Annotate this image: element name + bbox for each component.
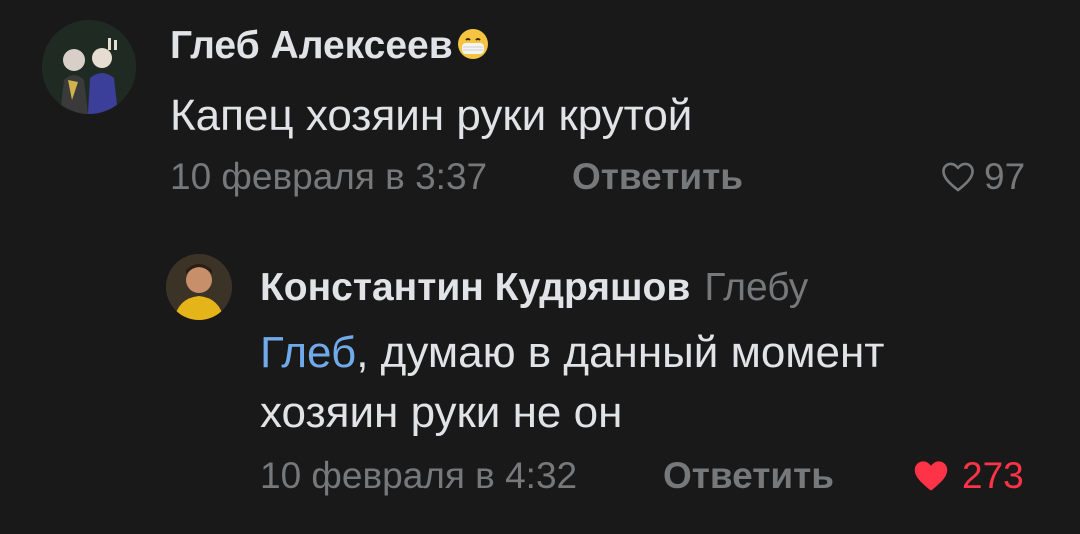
heart-outline-icon — [942, 162, 974, 192]
like-button[interactable]: 97 — [940, 156, 1025, 198]
reply-author[interactable]: Константин Кудряшов Глебу — [260, 266, 808, 310]
author-name[interactable]: Глеб Алексеев — [170, 24, 453, 67]
avatar[interactable] — [42, 20, 136, 114]
comment-author[interactable]: Глеб Алексеев — [170, 24, 489, 70]
avatar-photo-icon — [166, 254, 232, 320]
reply-text-line1: Глеб, думаю в данный момент — [260, 325, 884, 381]
author-name[interactable]: Константин Кудряшов — [260, 266, 690, 309]
reply-text-line2: хозяин руки не он — [260, 388, 623, 437]
reply-date: 10 февраля в 4:32 — [260, 455, 578, 496]
like-count: 273 — [962, 455, 1024, 496]
mask-face-emoji-icon — [457, 26, 489, 70]
heart-filled-icon — [914, 461, 948, 491]
comment-text: Капец хозяин руки крутой — [170, 91, 693, 140]
reply-button[interactable]: Ответить — [663, 455, 834, 497]
comment-date: 10 февраля в 3:37 — [170, 156, 488, 197]
mention-link[interactable]: Глеб — [260, 328, 356, 377]
reply-text-rest: , думаю в данный момент — [356, 328, 885, 377]
avatar-photo-icon — [42, 20, 136, 114]
avatar[interactable] — [166, 254, 232, 320]
like-count: 97 — [984, 156, 1026, 197]
reply-to-label[interactable]: Глебу — [704, 266, 808, 309]
reply-button[interactable]: Ответить — [572, 156, 743, 198]
like-button[interactable]: 273 — [912, 455, 1024, 497]
